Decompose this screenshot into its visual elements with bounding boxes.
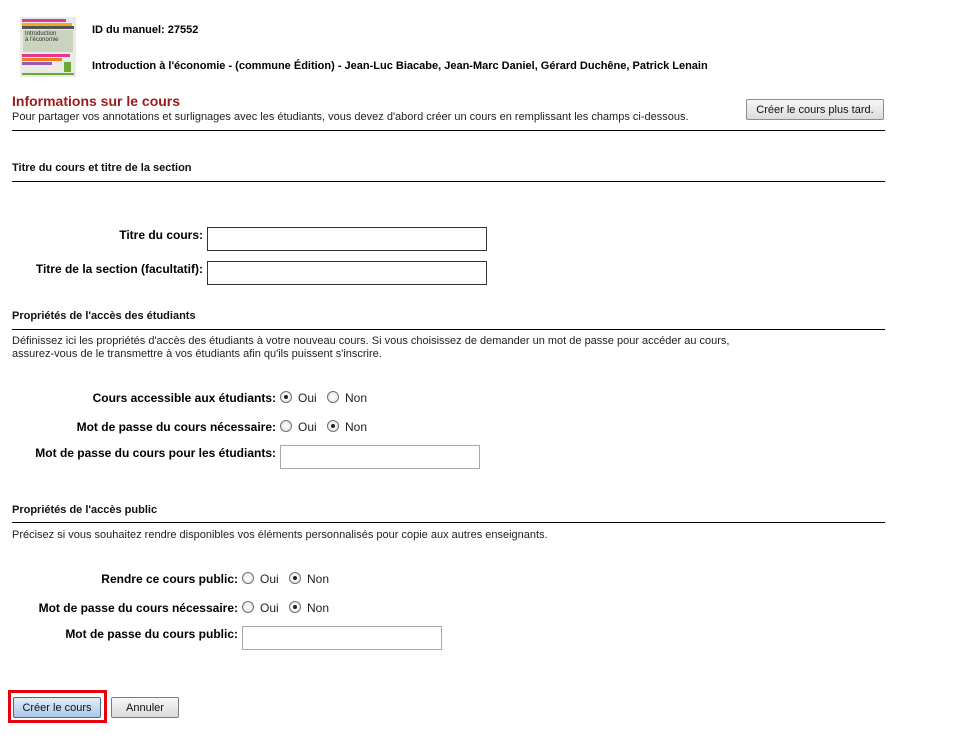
- student-password-label: Mot de passe du cours pour les étudiants…: [35, 446, 276, 460]
- course-accessible-non-label[interactable]: Non: [345, 391, 367, 405]
- public-password-required-non-radio[interactable]: [289, 601, 301, 613]
- public-password-input[interactable]: [242, 626, 442, 650]
- course-accessible-oui-label[interactable]: Oui: [298, 391, 317, 405]
- public-password-required-non-label[interactable]: Non: [307, 601, 329, 615]
- cancel-button[interactable]: Annuler: [111, 697, 179, 718]
- course-accessible-label: Cours accessible aux étudiants:: [92, 391, 276, 405]
- section-title-label: Titre de la section (facultatif):: [35, 262, 203, 276]
- divider: [12, 181, 885, 182]
- cover-text-2: à l'économie: [25, 37, 59, 43]
- course-title-input[interactable]: [207, 227, 487, 251]
- section-title-input[interactable]: [207, 261, 487, 285]
- public-password-required-oui-radio[interactable]: [242, 601, 254, 613]
- make-public-oui-radio[interactable]: [242, 572, 254, 584]
- student-access-desc-line1: Définissez ici les propriétés d'accès de…: [12, 335, 730, 347]
- student-password-required-label: Mot de passe du cours nécessaire:: [76, 420, 276, 434]
- book-cover-image: Introduction à l'économie: [20, 17, 76, 77]
- public-access-description: Précisez si vous souhaitez rendre dispon…: [12, 529, 548, 541]
- student-password-input[interactable]: [280, 445, 480, 469]
- divider: [12, 329, 885, 330]
- create-course-button[interactable]: Créer le cours: [13, 697, 101, 718]
- public-access-heading: Propriétés de l'accès public: [12, 504, 158, 516]
- course-accessible-non-radio[interactable]: [327, 391, 339, 403]
- book-title: Introduction à l'économie - (commune Édi…: [92, 60, 708, 72]
- student-password-required-non-label[interactable]: Non: [345, 420, 367, 434]
- course-title-label: Titre du cours:: [119, 228, 203, 242]
- divider: [12, 522, 885, 523]
- make-public-non-label[interactable]: Non: [307, 572, 329, 586]
- make-public-label: Rendre ce cours public:: [101, 572, 238, 586]
- course-accessible-oui-radio[interactable]: [280, 391, 292, 403]
- student-access-description: Définissez ici les propriétés d'accès de…: [12, 335, 730, 361]
- student-password-required-oui-radio[interactable]: [280, 420, 292, 432]
- public-password-required-label: Mot de passe du cours nécessaire:: [38, 601, 238, 615]
- student-access-desc-line2: assurez-vous de le transmettre à vos étu…: [12, 348, 382, 360]
- create-later-button[interactable]: Créer le cours plus tard.: [746, 99, 884, 120]
- make-public-oui-label[interactable]: Oui: [260, 572, 279, 586]
- public-password-required-oui-label[interactable]: Oui: [260, 601, 279, 615]
- make-public-non-radio[interactable]: [289, 572, 301, 584]
- public-password-label: Mot de passe du cours public:: [65, 627, 238, 641]
- book-id: ID du manuel: 27552: [92, 24, 199, 36]
- student-password-required-oui-label[interactable]: Oui: [298, 420, 317, 434]
- student-password-required-non-radio[interactable]: [327, 420, 339, 432]
- page-title: Informations sur le cours: [12, 93, 181, 109]
- divider: [12, 130, 885, 131]
- titles-section-heading: Titre du cours et titre de la section: [12, 162, 192, 174]
- intro-text: Pour partager vos annotations et surlign…: [12, 111, 689, 123]
- student-access-heading: Propriétés de l'accès des étudiants: [12, 310, 196, 322]
